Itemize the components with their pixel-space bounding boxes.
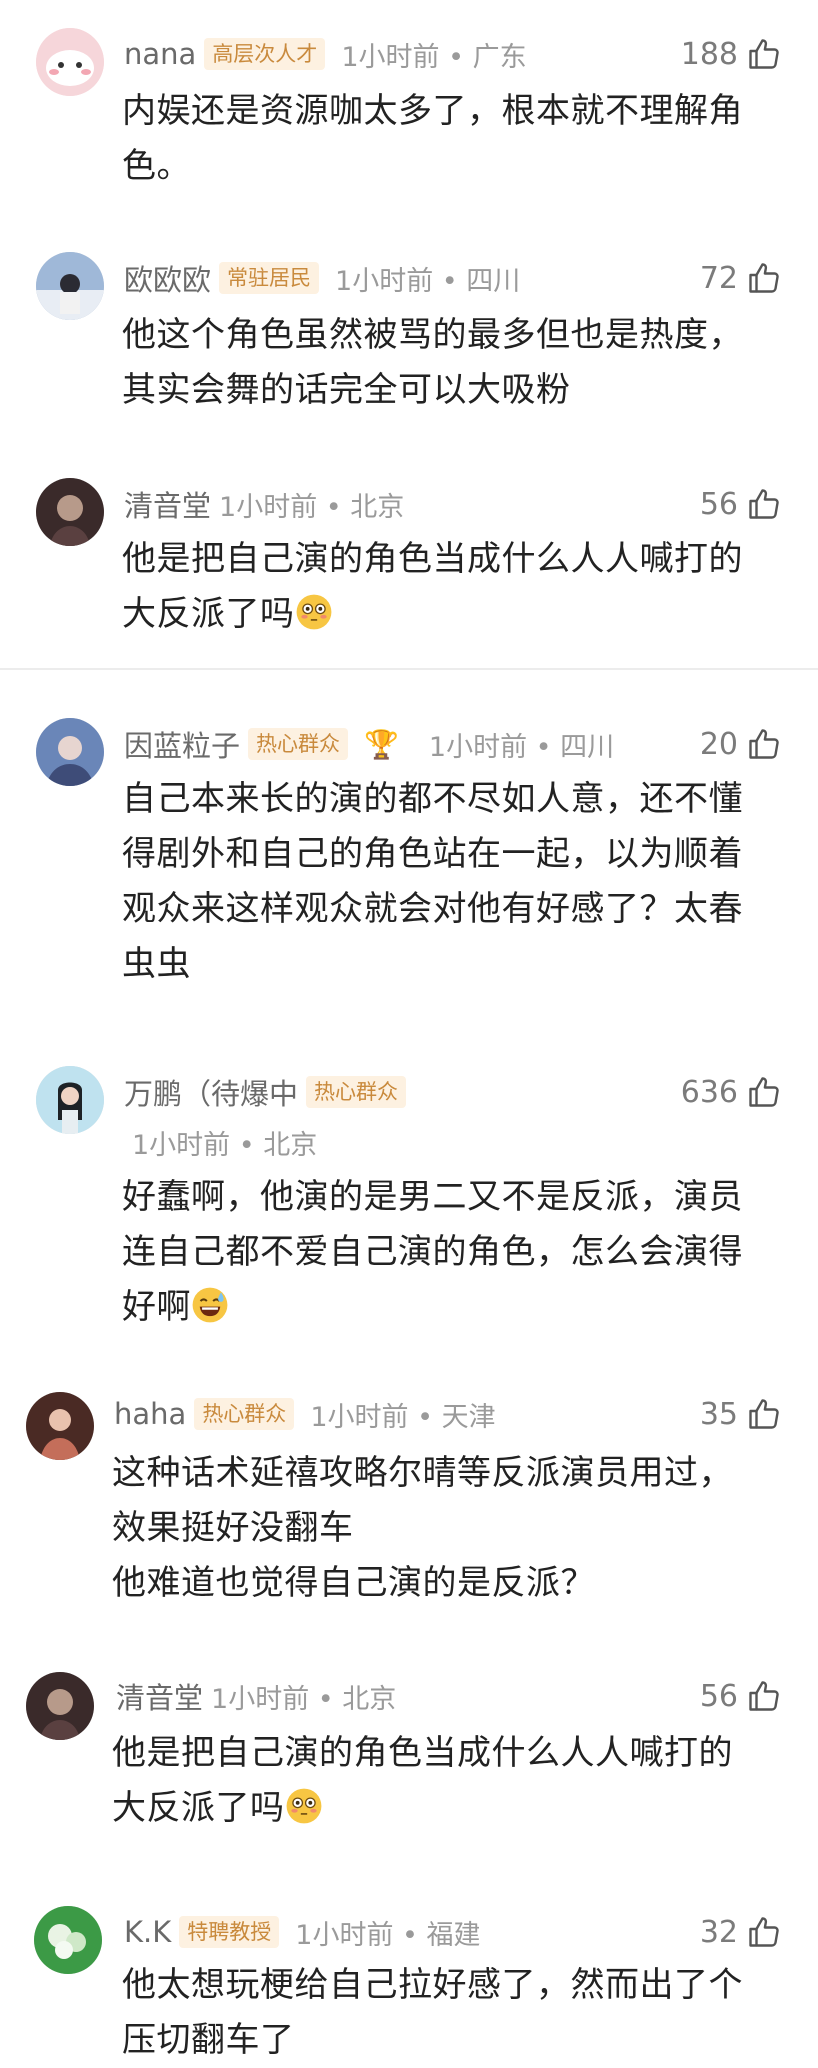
username[interactable]: 清音堂	[116, 1675, 203, 1717]
username[interactable]: nana	[124, 37, 196, 71]
comment-header: 清音堂 1小时前 • 北京	[124, 482, 404, 526]
like-button[interactable]: 72	[700, 256, 782, 300]
like-button[interactable]: 35	[700, 1392, 782, 1436]
like-count: 32	[699, 1914, 738, 1950]
thumbs-up-icon	[749, 263, 779, 293]
flushed-face-emoji	[296, 594, 331, 630]
comment-text: 他这个角色虽然被骂的最多但也是热度， 其实会舞的话完全可以大吸粉	[122, 315, 743, 410]
timestamp-location: 1小时前 • 北京	[219, 491, 405, 523]
like-count: 636	[680, 1074, 738, 1110]
like-count: 35	[699, 1396, 738, 1432]
user-badge: 热心群众	[194, 1398, 295, 1430]
comment-text: 好蠢啊，他演的是男二又不是反派，演员 连自己都不爱自己演的角色，怎么会演得 好啊	[122, 1177, 743, 1327]
timestamp-location: 1小时前 • 天津	[310, 1401, 496, 1433]
comment-header: 因蓝粒子 热心群众 🏆 1小时前 • 四川	[124, 722, 614, 766]
thumbs-up-icon	[749, 489, 779, 519]
avatar[interactable]	[36, 478, 104, 546]
thumbs-up-icon	[749, 1077, 779, 1107]
flushed-face-emoji	[286, 1788, 321, 1824]
username[interactable]: 清音堂	[124, 483, 211, 525]
thumbs-up-icon	[749, 1681, 779, 1711]
like-count: 20	[699, 726, 738, 762]
like-button[interactable]: 32	[700, 1910, 782, 1954]
like-count: 72	[699, 260, 738, 296]
thumbs-up-icon	[749, 1399, 779, 1429]
like-button[interactable]: 20	[700, 722, 782, 766]
user-badge: 常驻居民	[219, 262, 320, 294]
timestamp-location: 1小时前 • 广东	[341, 41, 527, 73]
trophy-icon: 🏆	[364, 727, 399, 761]
avatar[interactable]	[36, 252, 104, 320]
comment-text: 他太想玩梗给自己拉好感了，然而出了个 压切翻车了	[122, 1965, 743, 2060]
username[interactable]: haha	[114, 1397, 186, 1431]
timestamp-location: 1小时前 • 四川	[335, 265, 521, 297]
username[interactable]: 欧欧欧	[124, 257, 211, 299]
comment-header: 万鹏（待爆中 热心群众	[124, 1070, 422, 1114]
like-count: 56	[699, 1678, 738, 1714]
comment-header: K.K 特聘教授 1小时前 • 福建	[124, 1910, 481, 1954]
username[interactable]: K.K	[124, 1915, 171, 1949]
avatar[interactable]	[36, 1066, 104, 1134]
avatar[interactable]	[36, 718, 104, 786]
timestamp-location: 1小时前 • 福建	[295, 1919, 481, 1951]
user-badge: 热心群众	[306, 1076, 407, 1108]
like-button[interactable]: 56	[700, 482, 782, 526]
comment-header: haha 热心群众 1小时前 • 天津	[114, 1392, 496, 1436]
timestamp-location: 1小时前 • 四川	[428, 731, 615, 763]
comment-header: 欧欧欧 常驻居民 1小时前 • 四川	[124, 256, 520, 300]
section-divider	[0, 668, 818, 670]
thumbs-up-icon	[749, 729, 779, 759]
like-count: 188	[680, 36, 738, 72]
avatar[interactable]	[34, 1906, 102, 1974]
timestamp-location: 1小时前 • 北京	[132, 1129, 318, 1161]
thumbs-up-icon	[749, 1917, 779, 1947]
comment-text: 他是把自己演的角色当成什么人人喊打的 大反派了吗	[112, 1733, 733, 1828]
comment-header: nana 高层次人才 1小时前 • 广东	[124, 32, 527, 76]
like-count: 56	[699, 486, 738, 522]
avatar[interactable]	[26, 1672, 94, 1740]
username[interactable]: 因蓝粒子	[124, 723, 240, 765]
timestamp-location: 1小时前 • 北京	[211, 1683, 397, 1715]
user-badge: 特聘教授	[179, 1916, 280, 1948]
comment-header: 清音堂 1小时前 • 北京	[116, 1674, 396, 1718]
like-button[interactable]: 56	[700, 1674, 782, 1718]
username[interactable]: 万鹏（待爆中	[124, 1071, 298, 1113]
comment-text: 自己本来长的演的都不尽如人意，还不懂 得剧外和自己的角色站在一起，以为顺着 观众…	[122, 779, 743, 984]
like-button[interactable]: 188	[681, 32, 782, 76]
comment-meta-row: 1小时前 • 北京	[132, 1120, 317, 1164]
avatar[interactable]	[36, 28, 104, 96]
comment-list: nana 高层次人才 1小时前 • 广东 188 内娱还是资源咖太多了，根本就不…	[0, 0, 818, 2060]
grinning-sweat-emoji	[192, 1287, 228, 1323]
comment-text: 内娱还是资源咖太多了，根本就不理解角 色。	[122, 91, 743, 186]
user-badge: 热心群众	[248, 728, 349, 760]
thumbs-up-icon	[749, 39, 779, 69]
comment-text: 他是把自己演的角色当成什么人人喊打的 大反派了吗	[122, 539, 743, 634]
like-button[interactable]: 636	[681, 1070, 782, 1114]
user-badge: 高层次人才	[204, 38, 326, 70]
comment-text: 这种话术延禧攻略尔晴等反派演员用过， 效果挺好没翻车 他难道也觉得自己演的是反派…	[112, 1453, 733, 1603]
avatar[interactable]	[26, 1392, 94, 1460]
